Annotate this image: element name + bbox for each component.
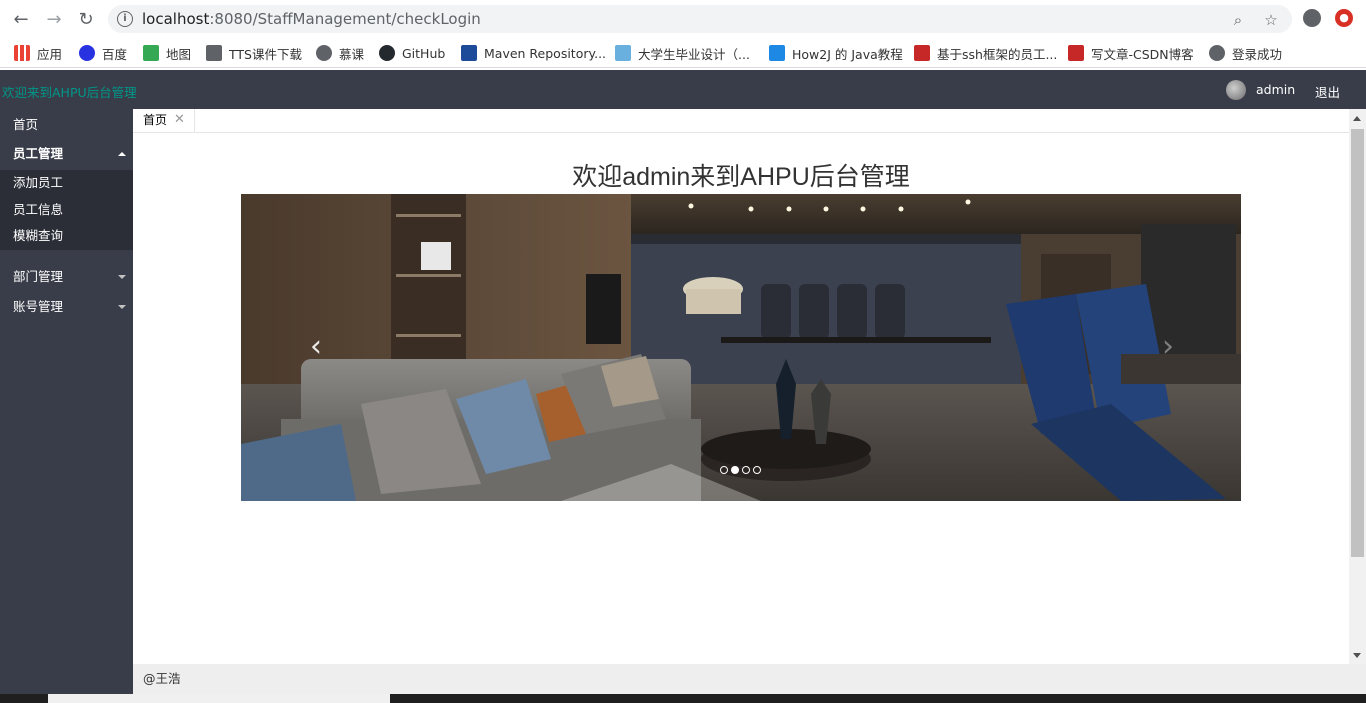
taskbar (0, 694, 1366, 703)
carousel-next-arrow[interactable]: › (1153, 329, 1183, 365)
url-text: localhost:8080/StaffManagement/checkLogi… (142, 10, 481, 28)
carousel-prev-arrow[interactable]: ‹ (301, 329, 331, 365)
sidebar-item-account[interactable]: 账号管理 (0, 293, 133, 321)
footer: @王浩 (133, 664, 1366, 694)
sidebar: 首页 员工管理 添加员工 员工信息 模糊查询 部门管理 账号管理 (0, 109, 133, 703)
scrollbar[interactable] (1349, 109, 1366, 664)
sidebar-item-home[interactable]: 首页 (0, 111, 133, 139)
globe-icon (316, 45, 332, 61)
bookmark-tts[interactable]: TTS课件下载 (206, 43, 302, 63)
address-bar[interactable]: i localhost:8080/StaffManagement/checkLo… (108, 5, 1292, 33)
sidebar-item-dept[interactable]: 部门管理 (0, 263, 133, 291)
bookmark-maven[interactable]: Maven Repository... (461, 43, 606, 63)
avatar[interactable] (1226, 80, 1246, 100)
profile-icon[interactable] (1303, 9, 1321, 27)
bookmark-github[interactable]: GitHub (379, 43, 445, 63)
page-title: 欢迎admin来到AHPU后台管理 (572, 163, 910, 191)
bookmark-mooc[interactable]: 慕课 (316, 43, 364, 63)
bookmark-map[interactable]: 地图 (143, 43, 191, 63)
reload-icon[interactable]: ↻ (75, 8, 97, 30)
office-lounge-image (241, 194, 1241, 501)
user-name[interactable]: admin (1256, 82, 1295, 97)
carousel-indicators (720, 466, 761, 476)
caret-up-icon (118, 152, 126, 156)
csdn-icon (1068, 45, 1084, 61)
map-icon (143, 45, 159, 61)
bookmark-login[interactable]: 登录成功 (1209, 43, 1282, 63)
image-carousel[interactable]: ‹ › (241, 194, 1241, 501)
sidebar-item-label: 部门管理 (13, 269, 64, 284)
bookmark-ssh[interactable]: 基于ssh框架的员工... (914, 43, 1057, 63)
sidebar-item-label: 账号管理 (13, 299, 64, 314)
sidebar-item-add-staff[interactable]: 添加员工 (0, 170, 133, 196)
bookmark-star-icon[interactable]: ☆ (1262, 11, 1280, 29)
folder-icon (206, 45, 222, 61)
scroll-thumb[interactable] (1351, 129, 1364, 557)
staff-submenu: 添加员工 员工信息 模糊查询 (0, 170, 133, 250)
tab-label: 首页 (143, 113, 168, 127)
carousel-dot-active[interactable] (731, 466, 739, 474)
caret-down-icon (118, 305, 126, 309)
sidebar-item-label: 员工管理 (13, 146, 64, 161)
back-arrow-icon[interactable]: ← (10, 8, 32, 30)
app-header: 欢迎来到AHPU后台管理 (0, 70, 1366, 109)
taskbar-item[interactable] (48, 694, 390, 703)
extension-icon[interactable]: ● (1335, 9, 1353, 27)
sidebar-item-staff[interactable]: 员工管理 (0, 140, 133, 168)
site-info-icon[interactable]: i (117, 11, 133, 27)
globe-icon (1209, 45, 1225, 61)
tab-bar: 首页 ✕ (133, 109, 1366, 133)
bookmark-apps[interactable]: 应用 (14, 43, 62, 63)
github-icon (379, 45, 395, 61)
bookmark-how2j[interactable]: How2J 的 Java教程 (769, 43, 903, 63)
tab-home[interactable]: 首页 ✕ (133, 109, 195, 133)
scroll-down-icon[interactable] (1353, 653, 1361, 658)
how2j-icon (769, 45, 785, 61)
carousel-dot[interactable] (720, 466, 728, 474)
apps-grid-icon (14, 45, 30, 61)
bookmarks-bar: 应用 百度 地图 TTS课件下载 慕课 GitHub Maven Reposit… (0, 38, 1366, 68)
caret-down-icon (118, 275, 126, 279)
bookmark-baidu[interactable]: 百度 (79, 43, 127, 63)
app-title: 欢迎来到AHPU后台管理 (2, 85, 137, 100)
carousel-dot[interactable] (742, 466, 750, 474)
bookmark-graduation[interactable]: 大学生毕业设计（... (615, 43, 750, 63)
zoom-icon[interactable]: ⌕ (1229, 11, 1247, 29)
bookmark-csdn[interactable]: 写文章-CSDN博客 (1068, 43, 1194, 63)
sidebar-item-staff-info[interactable]: 员工信息 (0, 197, 133, 223)
scroll-up-icon[interactable] (1353, 116, 1361, 121)
browser-toolbar: ← → ↻ i localhost:8080/StaffManagement/c… (0, 0, 1366, 38)
graduation-icon (615, 45, 631, 61)
maven-icon (461, 45, 477, 61)
baidu-icon (79, 45, 95, 61)
close-icon[interactable]: ✕ (174, 109, 185, 131)
sidebar-item-fuzzy-search[interactable]: 模糊查询 (0, 223, 133, 249)
csdn-icon (914, 45, 930, 61)
forward-arrow-icon[interactable]: → (43, 8, 65, 30)
logout-link[interactable]: 退出 (1315, 82, 1340, 101)
carousel-dot[interactable] (753, 466, 761, 474)
